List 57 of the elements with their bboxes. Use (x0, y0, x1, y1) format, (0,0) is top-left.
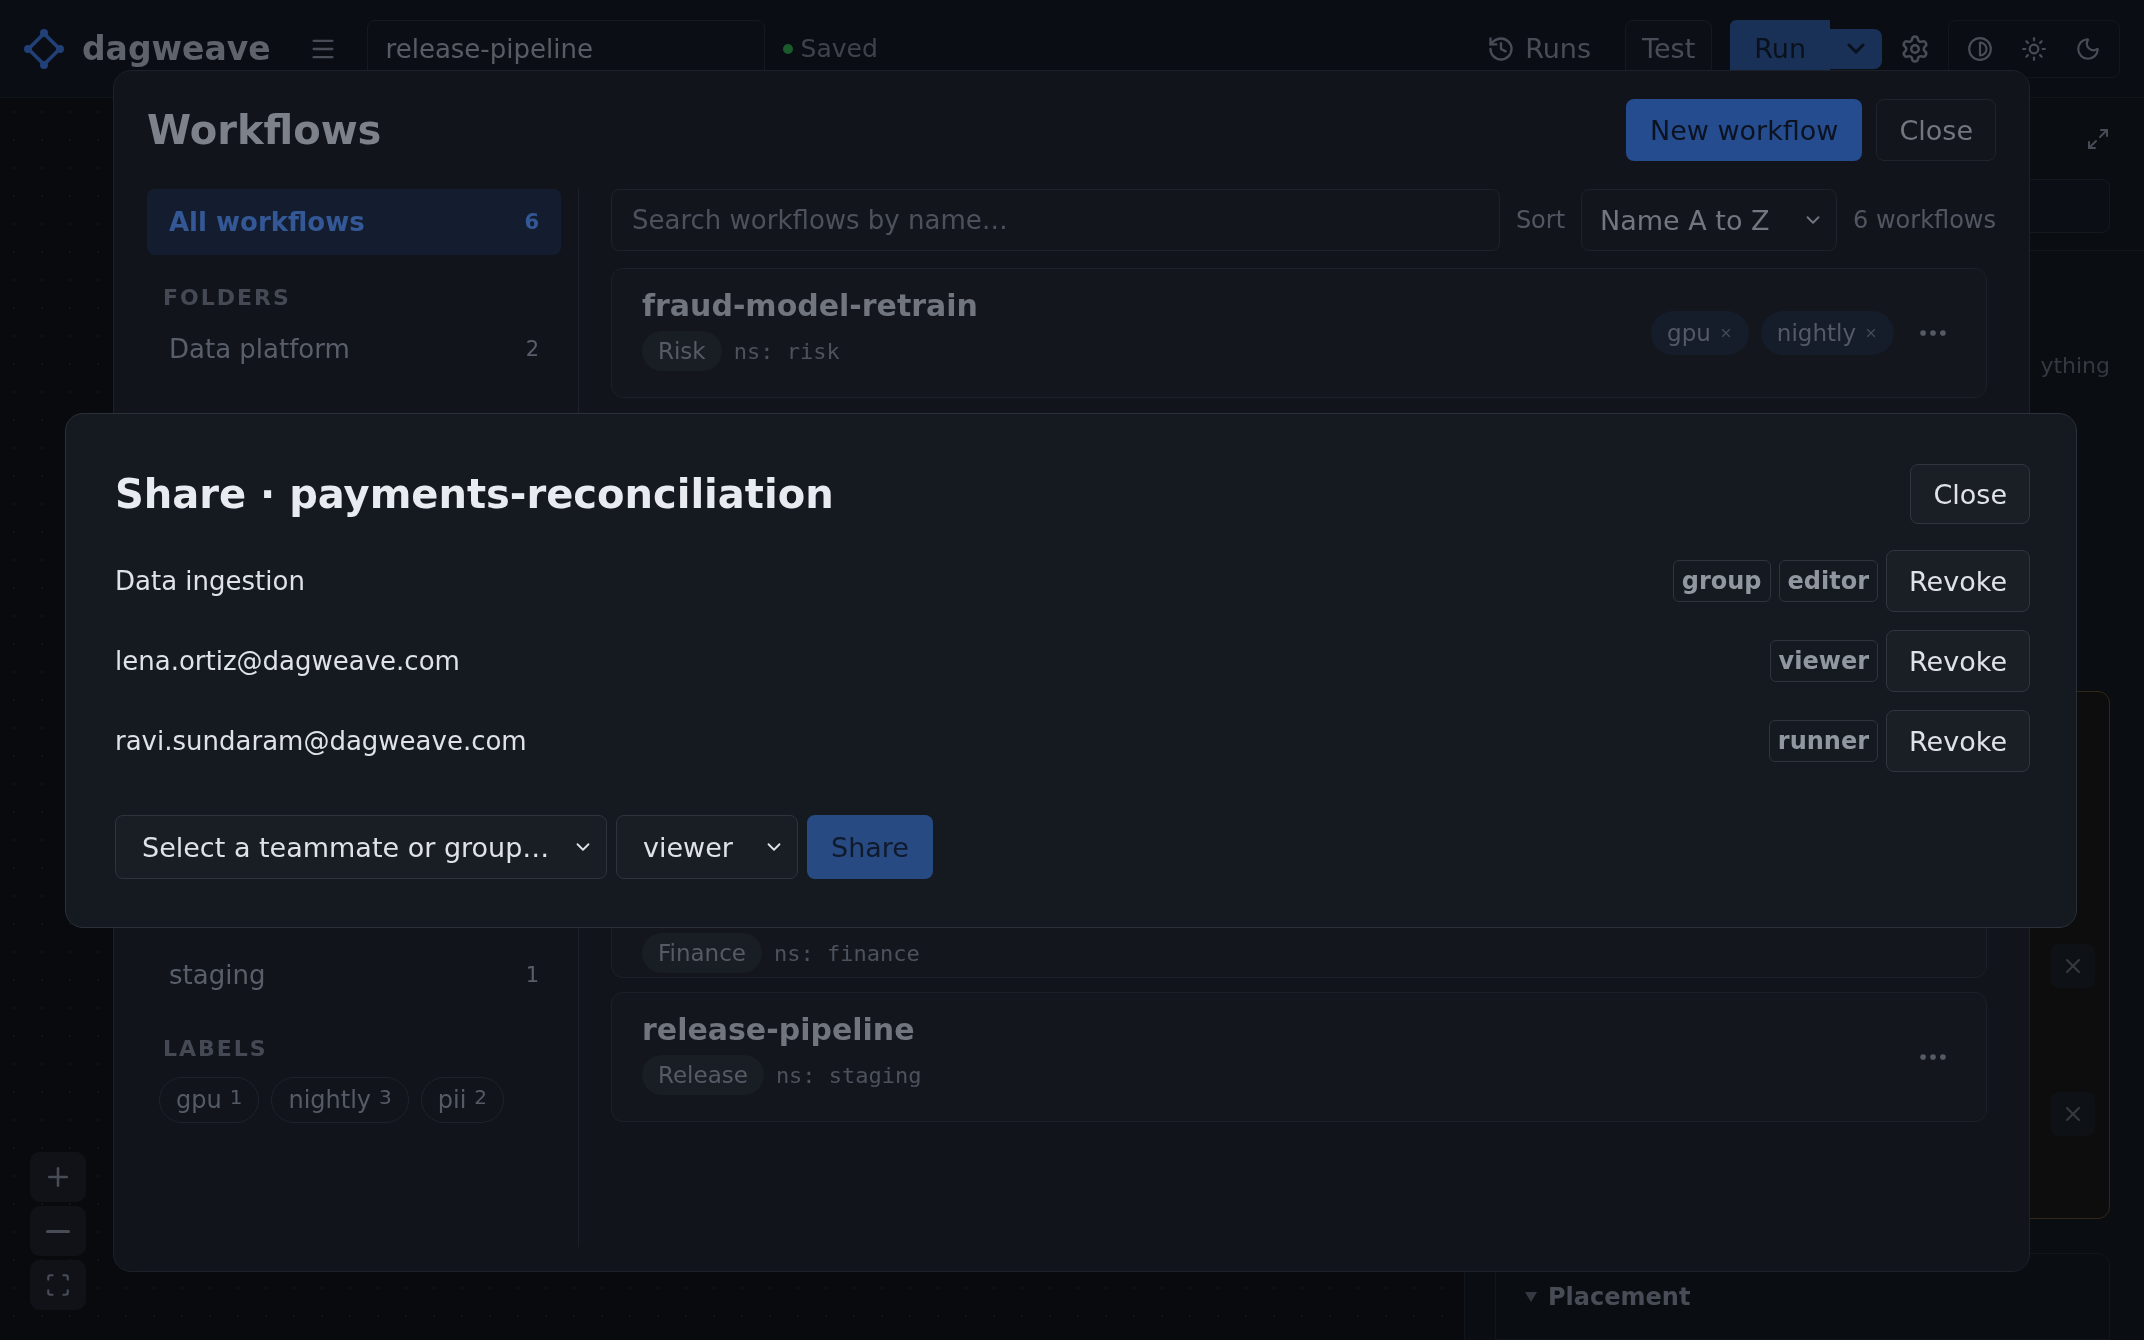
logo-icon (24, 28, 64, 69)
dialog-title: Workflows (147, 107, 383, 153)
role-badge: viewer (1769, 640, 1879, 682)
sort-select[interactable]: Name A to Z (1581, 189, 1838, 251)
workflow-name: release-pipeline (642, 1012, 916, 1047)
namespace-text: ns: finance (774, 940, 920, 966)
role-badge: editor (1778, 560, 1879, 602)
remove-button[interactable] (2051, 1092, 2095, 1137)
fit-view-button[interactable] (30, 1260, 86, 1310)
new-workflow-button[interactable]: New workflow (1626, 99, 1863, 161)
settings-icon[interactable] (1900, 33, 1930, 64)
dialog-title: Share · payments-reconciliation (115, 471, 834, 517)
teammate-select[interactable]: Select a teammate or group… (115, 815, 607, 879)
folder-item[interactable]: staging 1 (147, 942, 561, 1008)
label-tag: gpu (1651, 311, 1749, 355)
all-workflows-item[interactable]: All workflows 6 (147, 189, 561, 255)
search-field[interactable]: Search workflows by name… (611, 189, 1500, 251)
namespace-text: ns: risk (733, 338, 840, 364)
team-tag: Release (642, 1055, 764, 1095)
sort-label: Sort (1515, 206, 1566, 234)
fit-view-icon (45, 1272, 71, 1298)
close-button[interactable]: Close (1876, 99, 1996, 161)
label-tag: nightly (1760, 311, 1894, 355)
expand-icon[interactable] (2086, 126, 2110, 151)
workflow-count: 6 workflows (1853, 206, 1996, 234)
revoke-button[interactable]: Revoke (1886, 550, 2030, 612)
chevron-down-icon (1847, 43, 1865, 54)
remove-tag-icon[interactable] (1864, 326, 1878, 340)
workflow-card[interactable]: release-pipeline Release ns: staging (611, 992, 1987, 1122)
revoke-button[interactable]: Revoke (1886, 710, 2030, 772)
folders-heading: FOLDERS (162, 285, 292, 310)
runs-button[interactable]: Runs (1471, 19, 1608, 78)
principal-name: Data ingestion (115, 566, 306, 596)
zoom-out-button[interactable] (30, 1206, 86, 1256)
revoke-button[interactable]: Revoke (1886, 630, 2030, 692)
close-button[interactable]: Close (1910, 464, 2030, 524)
team-tag: Finance (642, 933, 762, 973)
saved-status-dot (782, 43, 793, 54)
role-select[interactable]: viewer (616, 815, 798, 879)
labels-heading: LABELS (162, 1036, 269, 1061)
remove-button[interactable] (2051, 944, 2095, 989)
folder-item[interactable]: Data platform 2 (147, 316, 561, 382)
workflow-name: fraud-model-retrain (642, 288, 979, 323)
brand-name: dagweave (82, 29, 271, 68)
history-icon (1487, 34, 1516, 63)
principal-name: lena.ortiz@dagweave.com (115, 646, 461, 676)
zoom-in-button[interactable] (30, 1152, 86, 1202)
workflow-card[interactable]: fraud-model-retrain Risk ns: risk gpu nightly (611, 268, 1987, 398)
role-badge: group (1672, 560, 1771, 602)
role-badge: runner (1768, 720, 1879, 762)
section-title: Placement (1548, 1282, 1691, 1311)
save-status: Saved (800, 34, 878, 63)
minus-icon (46, 1229, 70, 1233)
principal-name: ravi.sundaram@dagweave.com (115, 726, 528, 756)
run-options-button[interactable] (1830, 28, 1882, 69)
team-tag: Risk (642, 331, 722, 371)
namespace-text: ns: staging (775, 1062, 922, 1088)
